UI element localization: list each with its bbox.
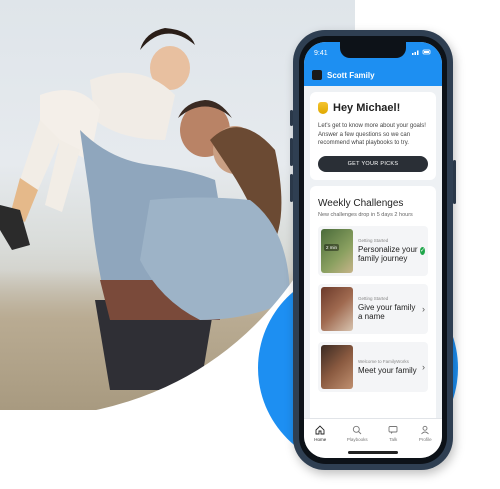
family-logo-icon [312, 70, 322, 80]
bottom-tab-bar: Home Playbooks Talk Profile [304, 418, 442, 458]
challenges-subtitle: New challenges drop in 5 days 2 hours [318, 211, 413, 218]
challenge-thumbnail: 2 min [321, 228, 353, 273]
tab-profile[interactable]: Profile [419, 425, 432, 442]
app-header-title: Scott Family [327, 70, 375, 80]
challenge-name: Meet your family [358, 365, 417, 375]
chevron-right-icon: › [422, 361, 425, 372]
weekly-challenges-card: Weekly Challenges New challenges drop in… [310, 185, 436, 432]
challenge-category: Welcome to FamilyWorks [358, 358, 409, 364]
status-time: 9:41 [314, 49, 328, 57]
challenge-category: Getting Started [358, 296, 389, 301]
phone-power-button [453, 160, 456, 204]
tab-label: Talk [389, 437, 398, 442]
tab-talk[interactable]: Talk [388, 425, 398, 442]
search-icon [353, 425, 362, 435]
home-indicator [348, 451, 398, 454]
profile-icon [421, 425, 430, 435]
status-icons [412, 49, 432, 57]
phone-mockup: 9:41 Scott Family Hey Michael! Let's get… [290, 30, 456, 470]
phone-notch [340, 42, 406, 58]
challenge-name: Personalize your family journey [358, 245, 418, 263]
phone-volume-down [290, 174, 293, 202]
greeting-title: Hey Michael! [333, 102, 401, 114]
challenge-thumbnail [321, 344, 353, 389]
duration-badge: 2 min [324, 243, 340, 251]
app-header: Scott Family [304, 64, 442, 86]
phone-mute-switch [290, 110, 293, 126]
get-your-picks-button[interactable]: GET YOUR PICKS [318, 155, 428, 172]
challenge-thumbnail [321, 286, 353, 331]
greeting-card: Hey Michael! Let's get to know more abou… [310, 92, 436, 180]
chat-icon [388, 426, 398, 434]
challenge-item[interactable]: Welcome to FamilyWorks Meet your family … [318, 341, 428, 392]
tab-home[interactable]: Home [314, 425, 326, 442]
phone-volume-up [290, 138, 293, 166]
greeting-heading: Hey Michael! [318, 102, 428, 114]
chevron-right-icon: › [422, 303, 425, 314]
challenges-title: Weekly Challenges [318, 197, 404, 209]
app-screen: 9:41 Scott Family Hey Michael! Let's get… [304, 42, 442, 458]
tab-label: Playbooks [346, 437, 368, 442]
waving-hand-icon [318, 102, 328, 114]
challenge-item[interactable]: Getting Started Give your family a name … [318, 283, 428, 334]
challenge-category: Getting Started [358, 238, 389, 243]
challenge-name: Give your family a name [358, 303, 416, 321]
completed-check-icon: ✓ [419, 246, 425, 255]
greeting-body: Let's get to know more about your goals!… [318, 123, 426, 146]
tab-playbooks[interactable]: Playbooks [347, 425, 368, 442]
challenge-item[interactable]: 2 min Getting Started Personalize your f… [318, 225, 428, 276]
tab-label: Profile [418, 437, 432, 442]
tab-label: Home [314, 437, 327, 442]
signal-battery-icon [412, 49, 431, 55]
home-icon [315, 425, 325, 435]
